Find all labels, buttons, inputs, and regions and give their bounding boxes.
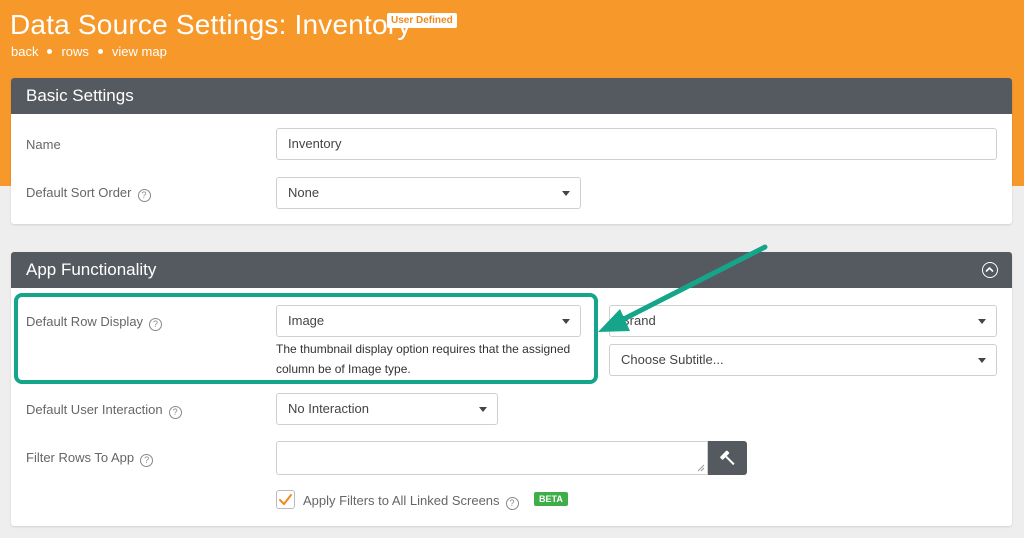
subtitle-column-select[interactable]: Choose Subtitle...: [609, 344, 997, 376]
sort-order-label-wrap: Default Sort Order?: [26, 185, 151, 202]
app-functionality-header: App Functionality: [11, 252, 1012, 288]
question-circle-icon[interactable]: ?: [168, 406, 182, 419]
caret-down-icon: [978, 358, 986, 363]
filter-rows-label: Filter Rows To App: [26, 450, 135, 465]
user-interaction-label-wrap: Default User Interaction?: [26, 402, 182, 419]
page-title: Data Source Settings: Inventory: [10, 9, 412, 40]
sort-order-label: Default Sort Order: [26, 185, 132, 200]
caret-down-icon: [562, 191, 570, 196]
filter-rows-textarea[interactable]: [276, 441, 708, 475]
question-circle-icon[interactable]: ?: [505, 497, 519, 510]
question-circle-icon[interactable]: ?: [137, 189, 151, 202]
highlight-box: [14, 293, 598, 384]
subtitle-column-value: Choose Subtitle...: [621, 352, 724, 367]
question-circle-icon[interactable]: ?: [140, 454, 154, 467]
apply-filters-label: Apply Filters to All Linked Screens: [303, 493, 500, 508]
resize-grip-icon[interactable]: [697, 464, 705, 472]
breadcrumb: back rows view map: [11, 44, 167, 59]
app-functionality-title: App Functionality: [26, 260, 157, 279]
basic-settings-header: Basic Settings: [11, 78, 1012, 114]
sort-order-value: None: [288, 185, 320, 200]
apply-filters-label-wrap: Apply Filters to All Linked Screens?: [303, 493, 519, 510]
sort-order-select[interactable]: None: [276, 177, 581, 209]
user-defined-badge: User Defined: [387, 13, 457, 28]
apply-filters-checkbox[interactable]: [276, 490, 295, 509]
caret-down-icon: [479, 407, 487, 412]
beta-badge: BETA: [534, 492, 568, 506]
checkmark-icon: [279, 494, 292, 505]
title-column-value: Brand: [621, 313, 656, 328]
caret-down-icon: [978, 319, 986, 324]
breadcrumb-view-map-link[interactable]: view map: [112, 44, 167, 59]
hammer-icon: [720, 450, 735, 466]
title-column-select[interactable]: Brand: [609, 305, 997, 337]
chevron-up-circle-icon[interactable]: [982, 262, 998, 278]
name-label: Name: [26, 137, 61, 152]
filter-builder-button[interactable]: [708, 441, 747, 475]
breadcrumb-separator: [97, 49, 103, 55]
breadcrumb-back-link[interactable]: back: [11, 44, 38, 59]
user-interaction-label: Default User Interaction: [26, 402, 163, 417]
user-interaction-value: No Interaction: [288, 401, 369, 416]
breadcrumb-separator: [47, 49, 53, 55]
name-input[interactable]: Inventory: [276, 128, 997, 160]
filter-rows-label-wrap: Filter Rows To App?: [26, 450, 154, 467]
breadcrumb-rows-link[interactable]: rows: [61, 44, 88, 59]
user-interaction-select[interactable]: No Interaction: [276, 393, 498, 425]
